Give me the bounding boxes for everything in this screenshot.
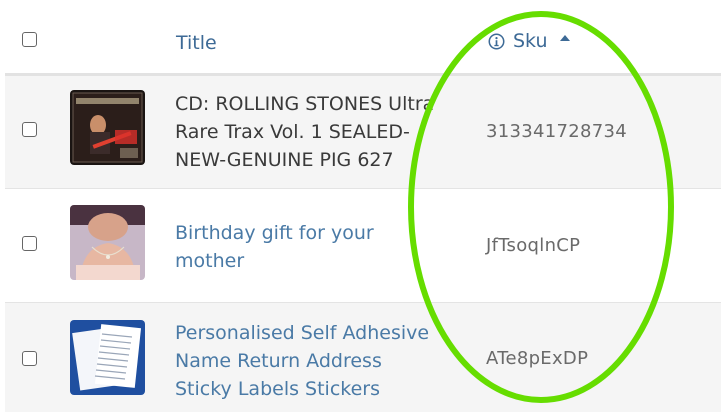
title-column-header[interactable]: Title — [176, 32, 217, 54]
product-title-link[interactable]: Personalised Self Adhesive Name Return A… — [175, 319, 465, 403]
product-table: Title Sku CD: ROLLING STONES Ultra Rare … — [0, 0, 721, 412]
product-sku: 313341728734 — [486, 121, 628, 142]
row-checkbox[interactable] — [22, 236, 37, 251]
product-sku: ATe8pExDP — [486, 348, 589, 369]
sku-column-header[interactable]: Sku — [488, 30, 570, 52]
table-header-row: Title Sku — [5, 0, 721, 76]
row-checkbox[interactable] — [22, 122, 37, 137]
product-thumbnail-cd-cover[interactable] — [70, 90, 145, 165]
product-title-link[interactable]: Birthday gift for your mother — [175, 219, 465, 275]
necklace-model-image — [70, 205, 145, 280]
row-checkbox[interactable] — [22, 351, 37, 366]
product-thumbnail-labels[interactable] — [70, 320, 145, 395]
select-all-checkbox[interactable] — [22, 32, 37, 47]
label-sheets-image — [70, 320, 145, 395]
product-sku: JfTsoqlnCP — [486, 235, 581, 256]
product-thumbnail-necklace[interactable] — [70, 205, 145, 280]
cd-cover-image — [70, 90, 145, 165]
table-row[interactable]: Personalised Self Adhesive Name Return A… — [5, 303, 721, 412]
table-row[interactable]: CD: ROLLING STONES Ultra Rare Trax Vol. … — [5, 76, 721, 189]
product-title: CD: ROLLING STONES Ultra Rare Trax Vol. … — [175, 93, 435, 171]
table-row[interactable]: Birthday gift for your mother JfTsoqlnCP — [5, 189, 721, 303]
sort-ascending-icon[interactable] — [559, 35, 570, 41]
sku-header-label: Sku — [513, 30, 548, 52]
info-icon[interactable] — [488, 33, 505, 50]
